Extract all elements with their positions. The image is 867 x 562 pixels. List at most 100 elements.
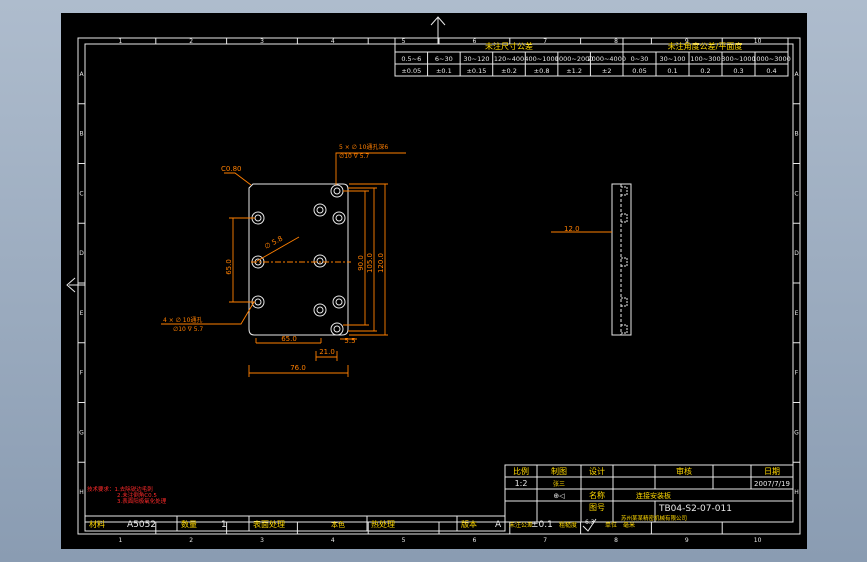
zone-bottom-7: 7	[543, 537, 547, 544]
part-front-view: C0.80 5 × ∅ 10通孔深6 ∅10 ∇ 5.7 4 × ∅ 10通孔 …	[161, 143, 406, 377]
tol-value-left: ±0.1	[436, 67, 452, 75]
drawing-no-label: 图号	[589, 503, 605, 512]
zone-left-D: D	[79, 250, 84, 257]
note-2: 2.未注倒角C0.5	[117, 491, 157, 499]
tol-range-left: 0.5~6	[401, 55, 421, 63]
tol-range-left: 120~400	[494, 55, 524, 63]
tolerance-value: ±0.1	[531, 520, 553, 530]
side-hole-hidden	[621, 186, 628, 196]
tol-range-right: 0~30	[631, 55, 649, 63]
zone-right-H: H	[794, 489, 799, 496]
qty-label: 数量	[181, 519, 197, 529]
company-name: 苏州某某精密机械有限公司	[621, 514, 687, 522]
hole-note-top: 5 × ∅ 10通孔深6	[339, 143, 388, 151]
zone-top-5: 5	[402, 38, 406, 45]
dim-650: 65.0	[281, 335, 297, 343]
zone-left-E: E	[80, 310, 84, 317]
zone-right-E: E	[795, 310, 799, 317]
version-value: A	[495, 520, 502, 530]
dim-1200: 120.0	[377, 253, 385, 273]
material-label: 材料	[89, 519, 105, 529]
zone-bottom-6: 6	[472, 537, 476, 544]
name-label: 名称	[589, 490, 605, 500]
zone-right-C: C	[794, 190, 798, 197]
zone-left-A: A	[79, 71, 84, 78]
surface-label: 表面处理	[253, 519, 285, 529]
zone-labels-left: A B C D E F G H	[78, 71, 85, 496]
zone-right-G: G	[794, 429, 799, 436]
center-arrow-left	[66, 277, 85, 293]
tol-range-right: 300~1000	[721, 55, 755, 63]
surface-value: 本色	[331, 520, 345, 529]
tol-value-left: ±0.15	[466, 67, 486, 75]
zone-bottom-2: 2	[189, 537, 193, 544]
tol-range-left: 30~120	[463, 55, 489, 63]
chamfer-label: C0.80	[221, 165, 241, 173]
hole-note-left-cb: ∅10 ∇ 5.7	[173, 326, 203, 333]
drawn-label: 制图	[551, 466, 567, 476]
zone-bottom-3: 3	[260, 537, 264, 544]
zone-bottom-1: 1	[118, 537, 122, 544]
zone-top-1: 1	[118, 38, 122, 45]
center-hole-dim: ∅ 5.8	[263, 235, 284, 251]
tol-value-right: 0.05	[632, 67, 646, 75]
tol-range-right: 30~100	[659, 55, 685, 63]
counterbored-hole	[330, 184, 344, 198]
hole-note-left: 4 × ∅ 10通孔	[163, 316, 202, 324]
unit-label: 单位	[605, 521, 617, 529]
dim-760: 76.0	[290, 364, 306, 372]
drawing-no-value: TB04-S2-07-011	[658, 504, 732, 514]
zone-top-3: 3	[260, 38, 264, 45]
inner-frame	[84, 43, 794, 523]
tol-value-left: ±1.2	[566, 67, 582, 75]
tol-value-left: ±0.8	[534, 67, 550, 75]
dim-210: 21.0	[319, 348, 335, 356]
date-value: 2007/7/19	[754, 480, 790, 488]
date-label: 日期	[764, 467, 780, 476]
tol-value-right: 0.1	[667, 67, 677, 75]
tol-value-left: ±0.05	[401, 67, 421, 75]
zone-top-2: 2	[189, 38, 193, 45]
title-block: 比例 1:2 制图 张三 设计 审核 日期 2007/7/19 ⊕◁ 名称 连接…	[84, 464, 794, 532]
counterbored-hole	[313, 254, 327, 268]
zone-bottom-10: 10	[754, 537, 762, 544]
tol-value-left: ±2	[602, 67, 612, 75]
zone-top-4: 4	[331, 38, 335, 45]
drawn-value: 张三	[553, 480, 565, 488]
zone-right-B: B	[794, 131, 798, 138]
zone-top-7: 7	[543, 38, 547, 45]
zone-left-B: B	[79, 131, 83, 138]
counterbored-hole	[330, 322, 344, 336]
zone-left-F: F	[80, 370, 84, 377]
tol-value-right: 0.3	[733, 67, 743, 75]
zone-left-G: G	[79, 429, 84, 436]
design-label: 设计	[589, 466, 605, 476]
dim-900: 90.0	[357, 255, 365, 271]
counterbored-hole	[313, 203, 327, 217]
drawing-canvas: 1 2 3 4 5 6 7 8 9 10 1 2 3 4 5 6 7 8 9 10 A B C D E F G H A B C D E F G…	[61, 13, 807, 549]
unit-value: 毫米	[623, 521, 635, 529]
tol-value-right: 0.2	[700, 67, 710, 75]
check-label: 审核	[676, 466, 692, 476]
tolerance-header-right: 未注角度公差/平面度	[668, 41, 743, 51]
tolerance-header-left: 未注尺寸公差	[485, 41, 533, 51]
zone-right-F: F	[795, 370, 799, 377]
zone-labels-bottom: 1 2 3 4 5 6 7 8 9 10	[118, 522, 762, 544]
mounting-holes	[251, 184, 346, 336]
roughness-label: 粗糙度	[559, 521, 577, 529]
zone-right-D: D	[794, 250, 799, 257]
zone-bottom-4: 4	[331, 537, 335, 544]
projection-symbol: ⊕◁	[553, 492, 565, 500]
cad-sheet: 1 2 3 4 5 6 7 8 9 10 1 2 3 4 5 6 7 8 9 10 A B C D E F G H A B C D E F G…	[66, 16, 801, 544]
dim-1050: 105.0	[366, 253, 374, 273]
note-3: 3.表面阳极氧化处理	[117, 497, 167, 505]
tol-value-left: ±0.2	[501, 67, 517, 75]
zone-top-10: 10	[754, 38, 762, 45]
tol-range-right: 100~300	[690, 55, 720, 63]
zone-bottom-5: 5	[402, 537, 406, 544]
zone-bottom-8: 8	[614, 537, 618, 544]
heat-label: 热处理	[371, 519, 395, 529]
hole-note-top-cb: ∅10 ∇ 5.7	[339, 153, 369, 160]
counterbored-hole	[332, 295, 346, 309]
center-arrow-top	[430, 16, 446, 44]
